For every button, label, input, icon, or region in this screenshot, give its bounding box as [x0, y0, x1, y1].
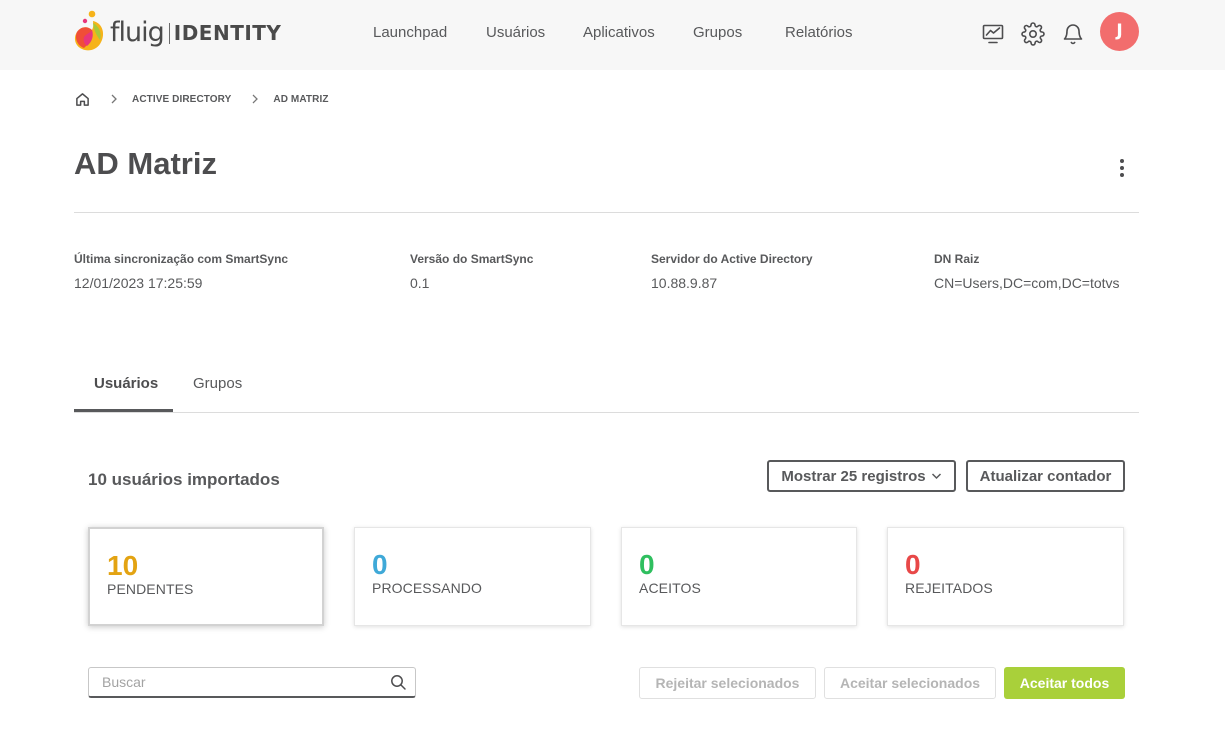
page-title: AD Matriz: [74, 146, 217, 181]
chevron-right-icon: [252, 94, 259, 104]
avatar[interactable]: J: [1100, 12, 1139, 51]
card-pendentes[interactable]: 10 PENDENTES: [88, 527, 324, 626]
breadcrumb: ACTIVE DIRECTORY AD MATRIZ: [75, 91, 329, 107]
chevron-down-icon: [931, 473, 941, 480]
bell-icon[interactable]: [1061, 22, 1085, 46]
fluig-identity-logo[interactable]: fluig IDENTITY: [73, 9, 281, 57]
nav-grupos[interactable]: Grupos: [693, 24, 742, 41]
card-value: 10: [107, 550, 139, 581]
card-processando[interactable]: 0 PROCESSANDO: [354, 527, 591, 626]
search-input[interactable]: [89, 668, 379, 696]
info-value: 12/01/2023 17:25:59: [74, 275, 203, 291]
breadcrumb-active-directory[interactable]: ACTIVE DIRECTORY: [132, 94, 231, 105]
active-tab-indicator: [74, 409, 173, 412]
nav-aplicativos[interactable]: Aplicativos: [583, 24, 655, 41]
tab-usuarios[interactable]: Usuários: [94, 375, 158, 392]
info-value: CN=Users,DC=com,DC=totvs: [934, 275, 1120, 291]
card-label: PENDENTES: [107, 581, 194, 597]
info-label: Última sincronização com SmartSync: [74, 252, 289, 266]
info-label: Servidor do Active Directory: [651, 252, 813, 266]
info-ad-server: Servidor do Active Directory 10.88.9.87: [651, 252, 813, 291]
info-root-dn: DN Raiz CN=Users,DC=com,DC=totvs: [934, 252, 1120, 291]
info-label: Versão do SmartSync: [410, 252, 534, 266]
nav-launchpad[interactable]: Launchpad: [373, 24, 447, 41]
nav-relatorios[interactable]: Relatórios: [785, 24, 853, 41]
nav-usuarios[interactable]: Usuários: [486, 24, 545, 41]
accept-all-button[interactable]: Aceitar todos: [1004, 667, 1125, 699]
info-value: 10.88.9.87: [651, 275, 718, 291]
fluig-logo-icon: [74, 10, 104, 51]
tab-grupos[interactable]: Grupos: [193, 375, 242, 392]
breadcrumb-ad-matriz: AD MATRIZ: [273, 93, 329, 105]
refresh-counter-button[interactable]: Atualizar contador: [966, 460, 1125, 492]
info-label: DN Raiz: [934, 252, 980, 266]
tab-bar: Usuários Grupos: [74, 363, 1139, 413]
logo-brand-text: fluig: [110, 16, 165, 48]
search-box: [88, 667, 416, 698]
show-records-label: Mostrar 25 registros: [781, 467, 926, 485]
accept-selected-button[interactable]: Aceitar selecionados: [824, 667, 996, 699]
reject-selected-button[interactable]: Rejeitar selecionados: [639, 667, 816, 699]
card-label: ACEITOS: [639, 580, 701, 596]
monitor-chart-icon[interactable]: [981, 22, 1005, 46]
chevron-right-icon: [111, 94, 117, 104]
card-label: REJEITADOS: [905, 580, 993, 596]
card-aceitos[interactable]: 0 ACEITOS: [621, 527, 857, 626]
logo-separator: [168, 22, 170, 44]
title-divider: [74, 212, 1139, 213]
home-icon[interactable]: [75, 92, 90, 107]
info-last-sync: Última sincronização com SmartSync 12/01…: [74, 252, 288, 291]
kebab-menu-icon[interactable]: [1112, 157, 1132, 179]
top-navigation-bar: fluig IDENTITY Launchpad Usuários Aplica…: [0, 0, 1225, 70]
info-smartsync-version: Versão do SmartSync 0.1: [410, 252, 533, 291]
import-count-heading: 10 usuários importados: [88, 470, 280, 489]
gear-icon[interactable]: [1021, 22, 1045, 46]
show-records-dropdown[interactable]: Mostrar 25 registros: [767, 460, 956, 492]
card-value: 0: [372, 549, 388, 580]
info-value: 0.1: [410, 275, 430, 291]
logo-product-text: IDENTITY: [173, 21, 282, 45]
search-icon[interactable]: [390, 674, 407, 691]
card-label: PROCESSANDO: [372, 580, 483, 596]
card-rejeitados[interactable]: 0 REJEITADOS: [887, 527, 1124, 626]
card-value: 0: [905, 549, 921, 580]
card-value: 0: [639, 549, 655, 580]
